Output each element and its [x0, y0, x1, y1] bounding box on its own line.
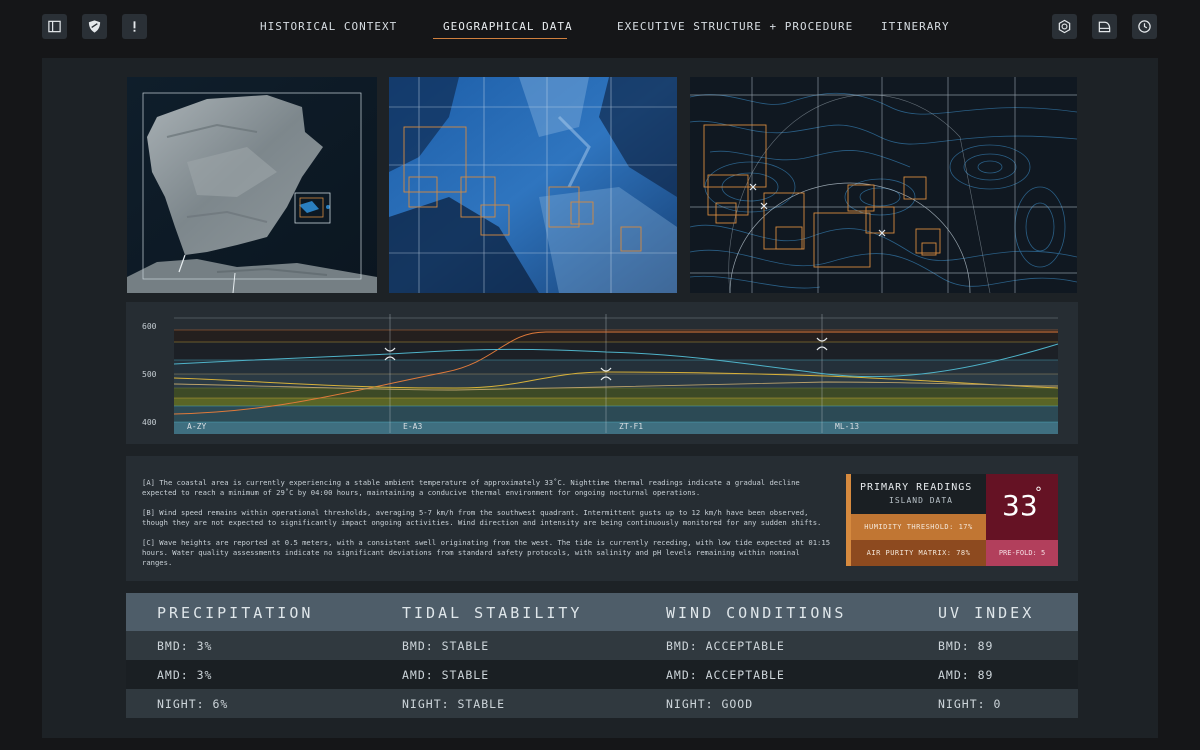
cell-tidal-stability: AMD: STABLE — [402, 668, 490, 682]
humidity-threshold-label: HUMIDITY THRESHOLD: 17% — [864, 523, 973, 531]
main-panel: 400 500 600 A-ZY E-A3 ZT-F1 ML-13 [A] The coas… — [42, 58, 1158, 738]
cell-uv-index: AMD: 89 — [938, 668, 994, 682]
sidebar-toggle-button[interactable] — [42, 14, 67, 39]
prefold-badge: PRE-FOLD: 5 — [986, 540, 1058, 566]
chart-band — [174, 422, 1058, 434]
table-row: BMD: 3% BMD: STABLE BMD: ACCEPTABLE BMD:… — [126, 631, 1078, 660]
line-chart-svg: 400 500 600 A-ZY E-A3 ZT-F1 ML-13 — [142, 314, 1059, 434]
active-tab-underline — [433, 38, 567, 39]
primary-readings-card: PRIMARY READINGS ISLAND DATA HUMIDITY TH… — [846, 474, 1058, 566]
tab-geographical-data[interactable]: GEOGRAPHICAL DATA — [443, 20, 573, 33]
y-tick-label: 400 — [142, 418, 157, 427]
tab-itinerary[interactable]: ITINERARY — [881, 20, 950, 33]
cell-precipitation: AMD: 3% — [157, 668, 213, 682]
cell-tidal-stability: BMD: STABLE — [402, 639, 490, 653]
table-header: PRECIPITATION TIDAL STABILITY WIND CONDI… — [126, 593, 1078, 631]
satellite-map-graphic — [127, 77, 377, 293]
elevation-line-chart: 400 500 600 A-ZY E-A3 ZT-F1 ML-13 — [126, 302, 1078, 444]
cell-wind-conditions: NIGHT: GOOD — [666, 697, 754, 711]
temperature-degree: ° — [1035, 485, 1042, 501]
header-uv-index: UV INDEX — [938, 604, 1035, 622]
cell-precipitation: NIGHT: 6% — [157, 697, 229, 711]
conditions-table: PRECIPITATION TIDAL STABILITY WIND CONDI… — [126, 593, 1078, 719]
chart-band — [174, 406, 1058, 422]
document-button[interactable] — [1092, 14, 1117, 39]
hexagon-icon — [1058, 19, 1071, 34]
report-text: [A] The coastal area is currently experi… — [142, 478, 832, 578]
table-row: AMD: 3% AMD: STABLE AMD: ACCEPTABLE AMD:… — [126, 660, 1078, 689]
readings-header: PRIMARY READINGS ISLAND DATA — [851, 474, 986, 514]
shield-button[interactable] — [82, 14, 107, 39]
conditions-report: [A] The coastal area is currently experi… — [126, 456, 1078, 581]
air-purity-label: AIR PURITY MATRIX: 78% — [866, 549, 971, 557]
terrain-zoom-graphic — [389, 77, 677, 293]
humidity-threshold: HUMIDITY THRESHOLD: 17% — [851, 514, 986, 540]
readings-title: PRIMARY READINGS — [860, 482, 973, 493]
x-marker-label: ML-13 — [835, 422, 859, 431]
sidebar-toggle-icon — [48, 20, 61, 33]
clock-icon — [1138, 20, 1151, 33]
cell-precipitation: BMD: 3% — [157, 639, 213, 653]
chart-band — [174, 388, 1058, 398]
tab-historical-context[interactable]: HISTORICAL CONTEXT — [260, 20, 397, 33]
cell-wind-conditions: BMD: ACCEPTABLE — [666, 639, 785, 653]
y-tick-label: 500 — [142, 370, 157, 379]
prefold-label: PRE-FOLD: 5 — [998, 549, 1046, 557]
hexagon-button[interactable] — [1052, 14, 1077, 39]
report-paragraph-c: [C] Wave heights are reported at 0.5 met… — [142, 538, 831, 567]
header-wind-conditions: WIND CONDITIONS — [666, 604, 847, 622]
report-paragraph-b: [B] Wind speed remains within operationa… — [142, 508, 822, 527]
header-precipitation: PRECIPITATION — [157, 604, 314, 622]
topographic-map[interactable] — [690, 77, 1077, 293]
terrain-zoom-image[interactable] — [389, 77, 677, 293]
cell-wind-conditions: AMD: ACCEPTABLE — [666, 668, 785, 682]
topographic-graphic — [690, 77, 1077, 293]
temperature-value: 33 — [1002, 489, 1038, 522]
cell-uv-index: BMD: 89 — [938, 639, 994, 653]
x-marker-label: ZT-F1 — [619, 422, 643, 431]
tab-executive-structure[interactable]: EXECUTIVE STRUCTURE + PROCEDURE — [617, 20, 853, 33]
alert-icon — [133, 21, 136, 32]
cell-uv-index: NIGHT: 0 — [938, 697, 1002, 711]
cell-tidal-stability: NIGHT: STABLE — [402, 697, 506, 711]
alert-button[interactable] — [122, 14, 147, 39]
clock-button[interactable] — [1132, 14, 1157, 39]
chart-band — [174, 398, 1058, 406]
report-paragraph-a: [A] The coastal area is currently experi… — [142, 478, 800, 497]
table-row: NIGHT: 6% NIGHT: STABLE NIGHT: GOOD NIGH… — [126, 689, 1078, 718]
air-purity-matrix: AIR PURITY MATRIX: 78% — [851, 540, 986, 566]
x-marker-label: E-A3 — [403, 422, 422, 431]
readings-subtitle: ISLAND DATA — [889, 496, 953, 505]
header-tidal-stability: TIDAL STABILITY — [402, 604, 583, 622]
document-icon — [1098, 21, 1111, 33]
temperature-readout: 33 ° — [986, 474, 1058, 540]
shield-icon — [88, 20, 101, 33]
x-marker-label: A-ZY — [187, 422, 206, 431]
y-tick-label: 600 — [142, 322, 157, 331]
top-bar: HISTORICAL CONTEXT GEOGRAPHICAL DATA EXE… — [0, 0, 1200, 56]
satellite-map-iberia[interactable] — [127, 77, 377, 293]
